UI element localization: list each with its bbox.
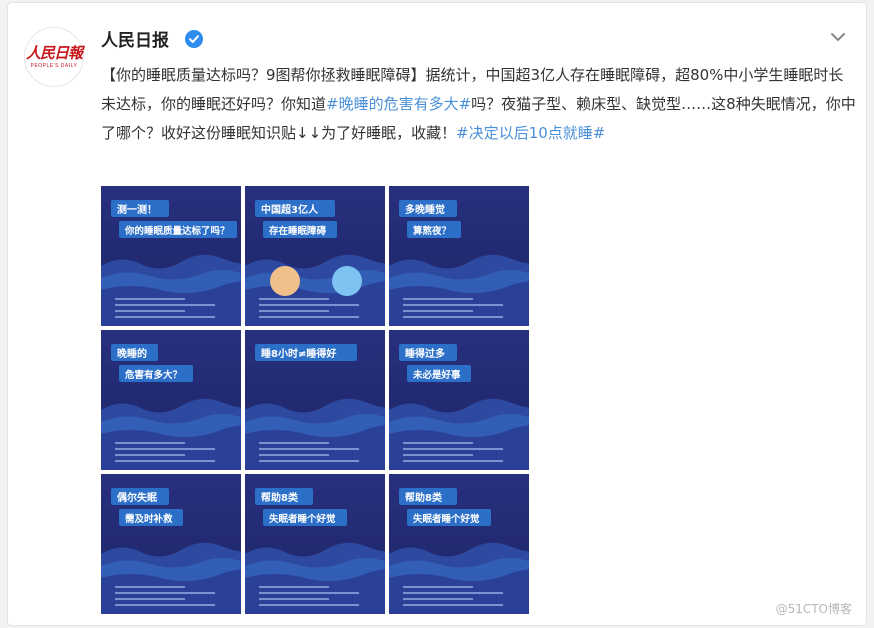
post-image-2[interactable]: 中国超3亿人存在睡眠障碍 — [245, 186, 385, 326]
post-image-art: 睡得过多未必是好事 — [389, 330, 529, 470]
image-title-line-2: 你的睡眠质量达标了吗？ — [124, 225, 230, 237]
image-title-line-2: 失眠者睡个好觉 — [413, 513, 480, 525]
account-name[interactable]: 人民日报 — [101, 26, 169, 51]
post-image-8[interactable]: 帮助8类失眠者睡个好觉 — [245, 474, 385, 614]
post-image-9[interactable]: 帮助8类失眠者睡个好觉 — [389, 474, 529, 614]
image-title-line-2: 算熬夜？ — [413, 225, 451, 237]
avatar-logo-text: 人民日報 — [25, 44, 83, 62]
post-image-1[interactable]: 测一测！ 你的睡眠质量达标了吗？ — [101, 186, 241, 326]
post-image-art: 多晚睡觉算熬夜？ — [389, 186, 529, 326]
post-image-art: 帮助8类失眠者睡个好觉 — [245, 474, 385, 614]
image-title-line-1: 多晚睡觉 — [405, 203, 445, 216]
post-text: 【你的睡眠质量达标吗？9图帮你拯救睡眠障碍】据统计，中国超3亿人存在睡眠障碍，超… — [101, 61, 856, 148]
chevron-down-icon[interactable] — [828, 29, 848, 45]
weibo-post-card: 人民日報 PEOPLE'S DAILY 人民日报 【你的睡眠质量达标吗？9图帮你… — [7, 2, 867, 626]
image-title-line-1: 帮助8类 — [261, 491, 298, 504]
post-image-5[interactable]: 睡8小时≠睡得好 — [245, 330, 385, 470]
image-title-line-1: 中国超3亿人 — [261, 203, 319, 216]
avatar[interactable]: 人民日報 PEOPLE'S DAILY — [24, 27, 84, 87]
image-title-line-1: 睡得过多 — [405, 347, 445, 360]
post-image-3[interactable]: 多晚睡觉算熬夜？ — [389, 186, 529, 326]
image-title-line-1: 偶尔失眠 — [116, 491, 157, 504]
image-title-line-2: 需及时补救 — [125, 513, 173, 525]
topic-link-late-sleep[interactable]: #晚睡的危害有多大# — [326, 95, 471, 113]
image-title-line-1: 测一测！ — [117, 203, 157, 216]
avatar-logo-subtext: PEOPLE'S DAILY — [30, 63, 78, 69]
watermark: @51CTO博客 — [775, 602, 852, 616]
topic-link-sleep-at-10[interactable]: #决定以后10点就睡# — [456, 124, 605, 142]
post-image-4[interactable]: 晚睡的危害有多大？ — [101, 330, 241, 470]
image-title-line-2: 未必是好事 — [412, 369, 461, 381]
image-title-line-2: 存在睡眠障碍 — [268, 225, 327, 237]
post-image-art: 中国超3亿人存在睡眠障碍 — [245, 186, 385, 326]
image-grid: 测一测！ 你的睡眠质量达标了吗？ 中国超3亿人 存在睡眠障碍 多晚睡觉 算熬夜？ 晚睡的 危害… — [101, 186, 533, 616]
image-title-line-1: 帮助8类 — [405, 491, 442, 504]
post-image-6[interactable]: 睡得过多未必是好事 — [389, 330, 529, 470]
post-image-art: 晚睡的危害有多大？ — [101, 330, 241, 470]
verified-badge-icon — [185, 30, 203, 48]
image-title-line-1: 睡8小时≠睡得好 — [261, 347, 336, 360]
post-image-art: 测一测！ 你的睡眠质量达标了吗？ — [101, 186, 241, 326]
post-image-art: 偶尔失眠需及时补救 — [101, 474, 241, 614]
post-image-art: 睡8小时≠睡得好 — [245, 330, 385, 470]
post-image-7[interactable]: 偶尔失眠需及时补救 — [101, 474, 241, 614]
post-image-art: 帮助8类失眠者睡个好觉 — [389, 474, 529, 614]
image-title-line-1: 晚睡的 — [117, 347, 147, 360]
image-title-line-2: 危害有多大？ — [124, 369, 182, 381]
image-title-line-2: 失眠者睡个好觉 — [269, 513, 336, 525]
